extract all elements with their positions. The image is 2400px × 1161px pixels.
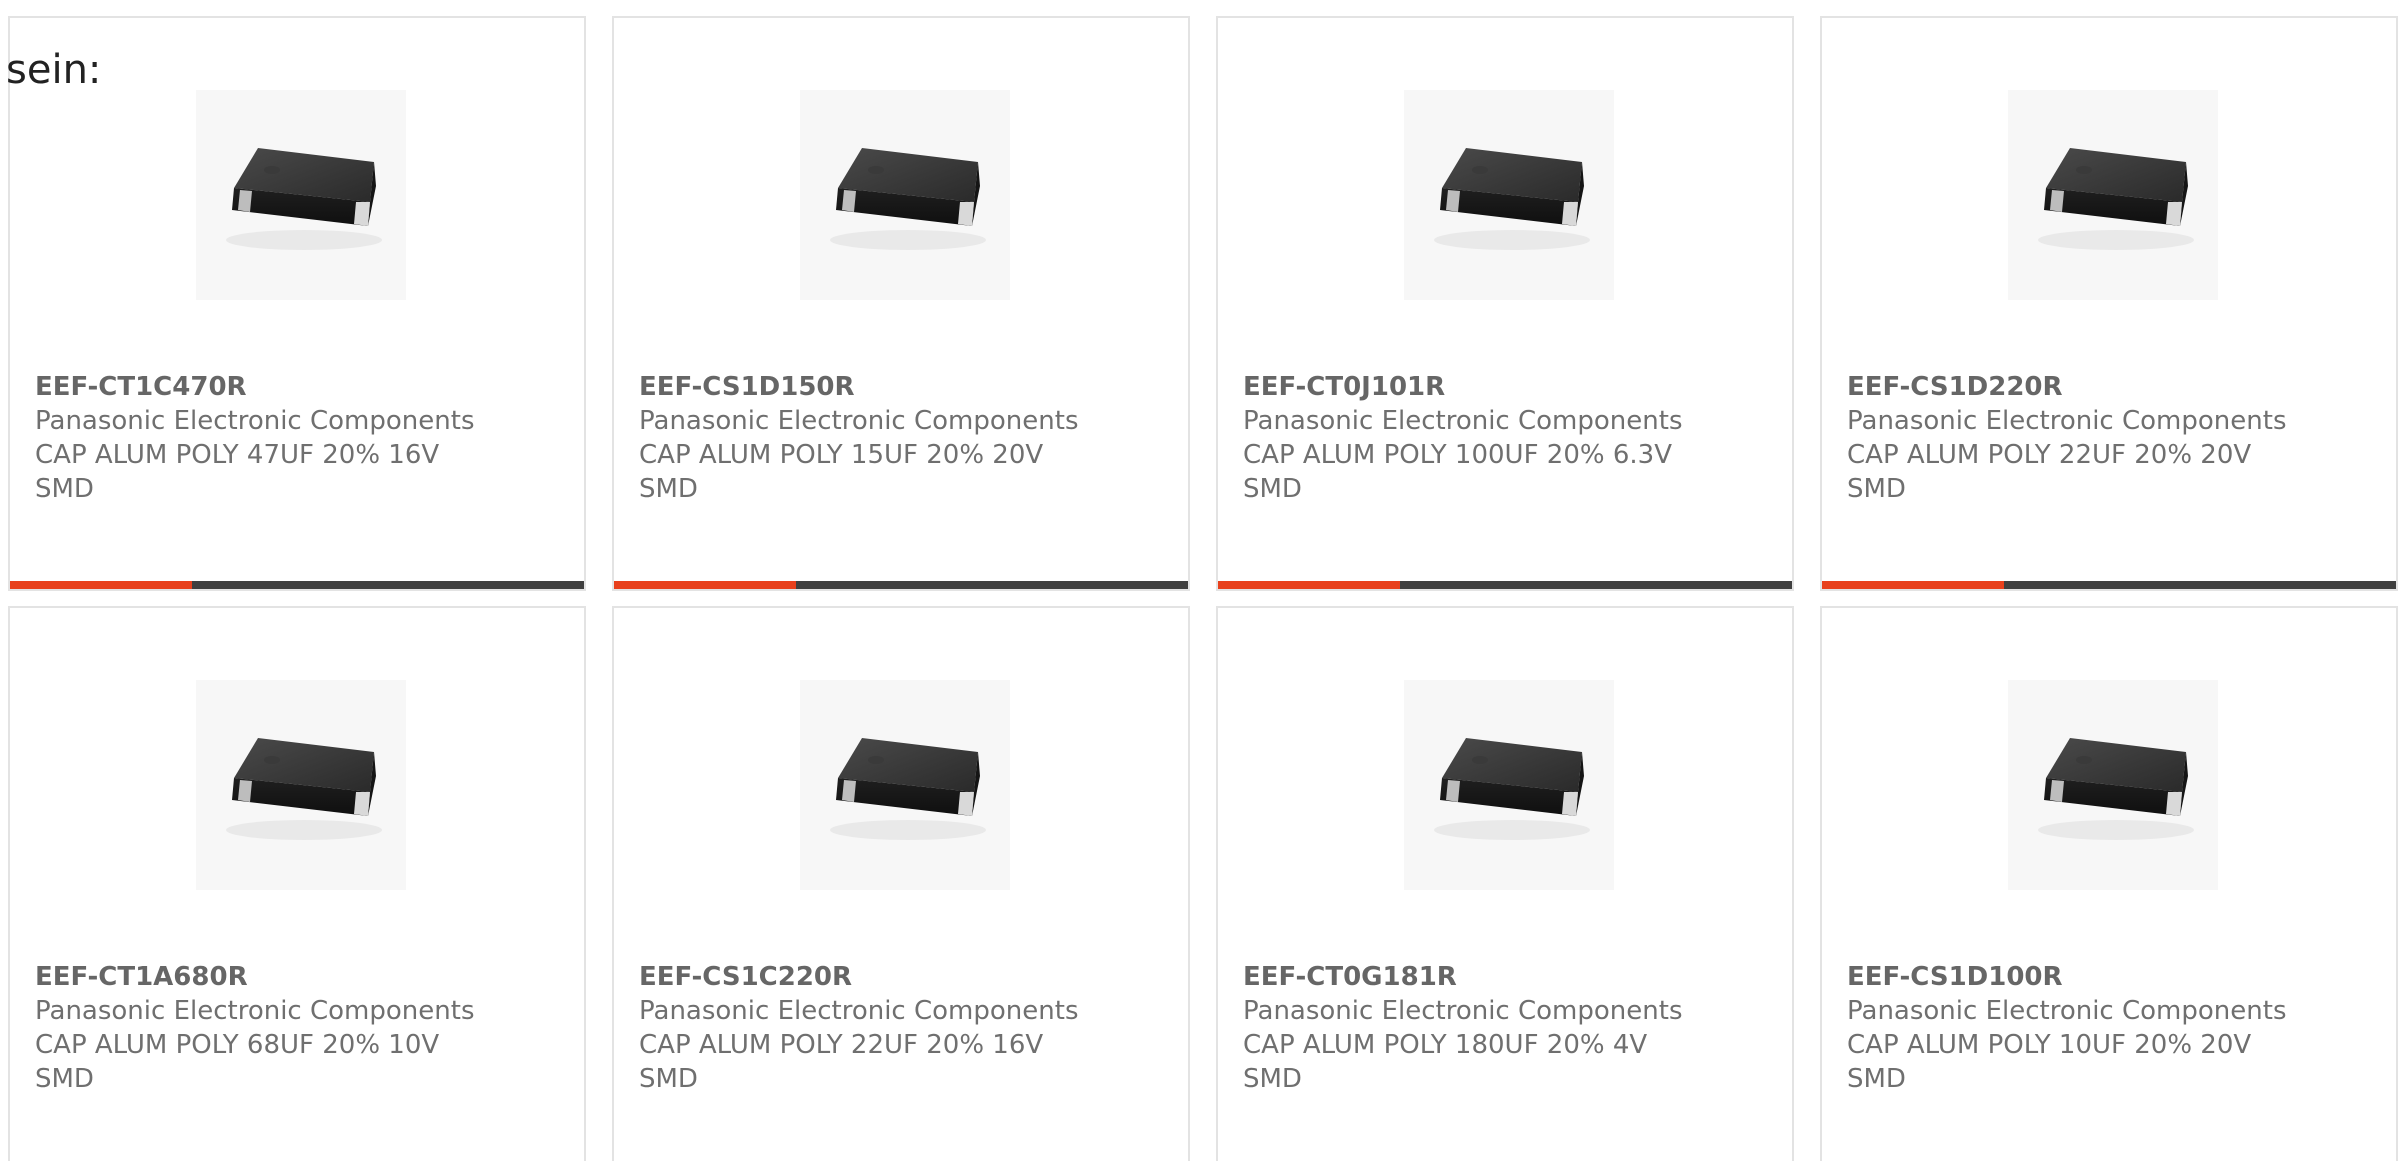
product-card[interactable]: EEF-CS1D150R Panasonic Electronic Compon… [612, 16, 1190, 591]
part-number-link[interactable]: EEF-CS1D150R [639, 370, 1159, 404]
part-number-link[interactable]: EEF-CT1C470R [35, 370, 555, 404]
product-info: EEF-CS1D100R Panasonic Electronic Compon… [1847, 960, 2367, 1096]
product-card[interactable]: EEF-CT0G181R Panasonic Electronic Compon… [1216, 606, 1794, 1161]
product-info: EEF-CS1D220R Panasonic Electronic Compon… [1847, 370, 2367, 506]
part-number-link[interactable]: EEF-CT0G181R [1243, 960, 1763, 994]
product-info: EEF-CS1C220R Panasonic Electronic Compon… [639, 960, 1159, 1096]
product-card[interactable]: EEF-CT1C470R Panasonic Electronic Compon… [8, 16, 586, 591]
part-number-link[interactable]: EEF-CS1D220R [1847, 370, 2367, 404]
product-info: EEF-CT1A680R Panasonic Electronic Compon… [35, 960, 555, 1096]
card-accent-bar [614, 581, 796, 589]
product-card[interactable]: EEF-CS1D100R Panasonic Electronic Compon… [1820, 606, 2398, 1161]
product-description: CAP ALUM POLY 100UF 20% 6.3V SMD [1243, 440, 1672, 504]
manufacturer-name: Panasonic Electronic Components [639, 406, 1079, 436]
product-card[interactable]: EEF-CS1C220R Panasonic Electronic Compon… [612, 606, 1190, 1161]
product-description: CAP ALUM POLY 22UF 20% 20V SMD [1847, 440, 2252, 504]
card-footer-bar [1218, 581, 1792, 589]
capacitor-image[interactable] [800, 90, 1010, 300]
part-number-link[interactable]: EEF-CT1A680R [35, 960, 555, 994]
product-description: CAP ALUM POLY 68UF 20% 10V SMD [35, 1030, 440, 1094]
card-footer-bar [614, 581, 1188, 589]
capacitor-image[interactable] [1404, 680, 1614, 890]
card-footer-bar [10, 581, 584, 589]
manufacturer-name: Panasonic Electronic Components [1243, 406, 1683, 436]
product-info: EEF-CS1D150R Panasonic Electronic Compon… [639, 370, 1159, 506]
card-accent-bar [1218, 581, 1400, 589]
product-info: EEF-CT1C470R Panasonic Electronic Compon… [35, 370, 555, 506]
product-info: EEF-CT0J101R Panasonic Electronic Compon… [1243, 370, 1763, 506]
card-accent-bar [10, 581, 192, 589]
part-number-link[interactable]: EEF-CS1C220R [639, 960, 1159, 994]
part-number-link[interactable]: EEF-CS1D100R [1847, 960, 2367, 994]
product-description: CAP ALUM POLY 47UF 20% 16V SMD [35, 440, 440, 504]
capacitor-image[interactable] [2008, 90, 2218, 300]
capacitor-image[interactable] [196, 90, 406, 300]
manufacturer-name: Panasonic Electronic Components [1847, 406, 2287, 436]
capacitor-image[interactable] [2008, 680, 2218, 890]
manufacturer-name: Panasonic Electronic Components [639, 996, 1079, 1026]
card-accent-bar [1822, 581, 2004, 589]
card-footer-bar [1822, 581, 2396, 589]
product-card[interactable]: EEF-CT0J101R Panasonic Electronic Compon… [1216, 16, 1794, 591]
capacitor-image[interactable] [1404, 90, 1614, 300]
capacitor-image[interactable] [800, 680, 1010, 890]
product-description: CAP ALUM POLY 22UF 20% 16V SMD [639, 1030, 1044, 1094]
manufacturer-name: Panasonic Electronic Components [1243, 996, 1683, 1026]
manufacturer-name: Panasonic Electronic Components [1847, 996, 2287, 1026]
manufacturer-name: Panasonic Electronic Components [35, 406, 475, 436]
product-grid: EEF-CT1C470R Panasonic Electronic Compon… [0, 0, 2400, 1161]
part-number-link[interactable]: EEF-CT0J101R [1243, 370, 1763, 404]
intro-text: sein: [6, 47, 102, 93]
capacitor-image[interactable] [196, 680, 406, 890]
product-description: CAP ALUM POLY 180UF 20% 4V SMD [1243, 1030, 1648, 1094]
product-card[interactable]: EEF-CS1D220R Panasonic Electronic Compon… [1820, 16, 2398, 591]
product-description: CAP ALUM POLY 10UF 20% 20V SMD [1847, 1030, 2252, 1094]
product-card[interactable]: EEF-CT1A680R Panasonic Electronic Compon… [8, 606, 586, 1161]
manufacturer-name: Panasonic Electronic Components [35, 996, 475, 1026]
product-description: CAP ALUM POLY 15UF 20% 20V SMD [639, 440, 1044, 504]
product-info: EEF-CT0G181R Panasonic Electronic Compon… [1243, 960, 1763, 1096]
